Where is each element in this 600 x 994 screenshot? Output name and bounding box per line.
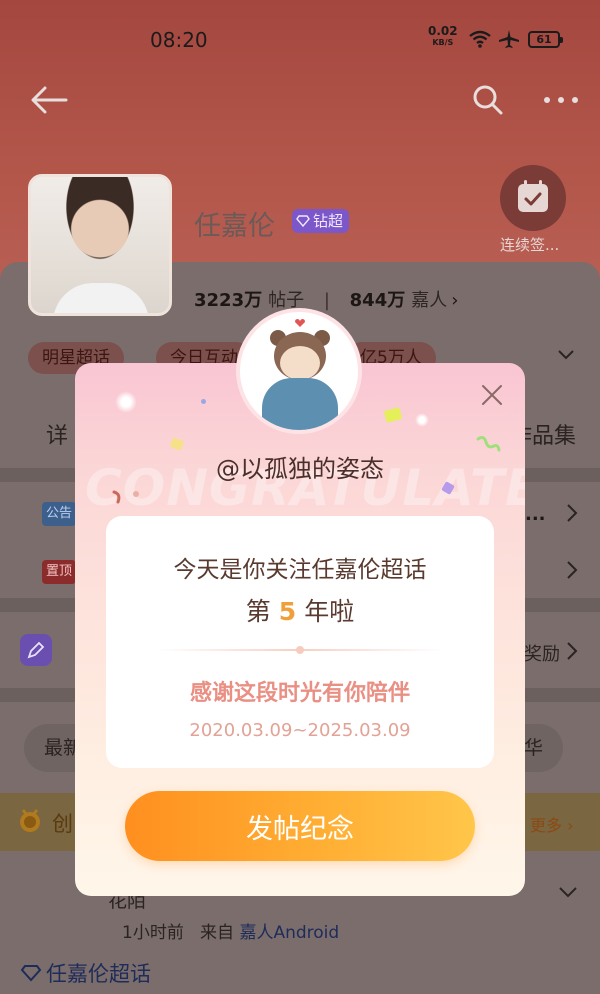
creator-edit-icon[interactable] xyxy=(20,634,52,666)
diamond-icon xyxy=(296,215,310,227)
status-bar: 08:20 0.02 KB/S 61 xyxy=(0,22,600,58)
pinned-badge: 置顶 xyxy=(42,560,77,584)
close-icon[interactable] xyxy=(480,383,504,407)
medal-icon xyxy=(20,809,40,832)
sparkle xyxy=(115,391,137,413)
battery-indicator: 61 xyxy=(528,31,563,48)
more-label: 更多 xyxy=(530,816,563,835)
wifi-icon xyxy=(469,30,491,48)
sparkle xyxy=(415,413,429,427)
status-time: 08:20 xyxy=(150,28,208,52)
user-avatar xyxy=(236,308,362,434)
topic-tag-link[interactable]: 任嘉伦超话 xyxy=(20,958,151,988)
more-link[interactable]: 更多 › xyxy=(530,812,574,836)
calendar-check-icon xyxy=(518,180,548,212)
post-options-chevron-icon[interactable] xyxy=(556,882,580,902)
confetti xyxy=(201,399,206,404)
topic-stats: 3223万 帖子 | 844万 嘉人 › xyxy=(194,290,459,311)
modal-username: @以孤独的姿态 xyxy=(216,455,384,483)
pinned-chevron-icon[interactable] xyxy=(566,560,578,580)
post-meta: 1小时前 来自 嘉人Android xyxy=(122,918,339,943)
fans-label[interactable]: 嘉人 xyxy=(411,290,447,311)
network-speed: 0.02 KB/S xyxy=(428,24,458,48)
follow-years: 第 5 年啦 xyxy=(106,592,494,628)
topic-name: 任嘉伦 xyxy=(194,211,275,241)
more-menu-icon[interactable] xyxy=(543,96,579,104)
posts-count: 3223万 xyxy=(194,290,263,311)
search-icon[interactable] xyxy=(472,84,504,116)
checkin-button[interactable] xyxy=(500,165,566,231)
anniversary-card: 今天是你关注任嘉伦超话 第 5 年啦 感谢这段时光有你陪伴 2020.03.09~2… xyxy=(106,516,494,768)
follow-anniversary-dialog: CONGRATULATE @以孤独的姿态 今天是你关注任嘉伦超话 第 5 年啦 感谢… xyxy=(75,363,525,896)
post-source[interactable]: 嘉人Android xyxy=(239,923,339,943)
reward-link[interactable]: 奖励 xyxy=(524,640,560,666)
airplane-icon xyxy=(499,30,519,48)
banner-title: 创 xyxy=(52,812,73,836)
topic-tag-label: 任嘉伦超话 xyxy=(46,962,151,986)
post-commemorate-button[interactable]: 发帖纪念 xyxy=(125,791,475,861)
net-speed-value: 0.02 xyxy=(428,24,458,38)
years-prefix: 第 xyxy=(245,597,271,626)
confetti-squiggle xyxy=(112,490,121,504)
follow-date-range: 2020.03.09~2025.03.09 xyxy=(189,720,411,741)
fans-count: 844万 xyxy=(349,290,406,311)
heart-icon xyxy=(295,319,305,327)
confetti xyxy=(383,407,403,423)
thanks-message: 感谢这段时光有你陪伴 xyxy=(189,681,410,706)
net-speed-unit: KB/S xyxy=(432,38,454,47)
diamond-icon xyxy=(20,965,42,982)
diamond-super-badge: 钻超 xyxy=(292,209,350,233)
expand-chevron-icon[interactable] xyxy=(556,344,576,364)
pen-icon xyxy=(27,641,45,659)
post-from-label: 来自 xyxy=(200,923,235,943)
topic-avatar[interactable] xyxy=(28,174,172,316)
tab-details[interactable]: 详 xyxy=(46,418,68,450)
back-arrow-icon[interactable] xyxy=(30,86,68,114)
notice-chevron-icon[interactable] xyxy=(566,503,578,523)
years-number: 5 xyxy=(278,597,297,626)
years-suffix: 年啦 xyxy=(304,597,355,626)
card-divider xyxy=(156,646,444,654)
confetti xyxy=(133,491,139,497)
notice-badge: 公告 xyxy=(42,502,77,526)
notice-ellipsis: ... xyxy=(525,504,546,525)
reward-chevron-icon[interactable] xyxy=(566,641,578,661)
post-time: 1小时前 xyxy=(122,923,184,943)
badge-label: 钻超 xyxy=(313,212,344,230)
checkin-label: 连续签... xyxy=(500,236,560,254)
follow-message: 今天是你关注任嘉伦超话 xyxy=(173,557,427,583)
